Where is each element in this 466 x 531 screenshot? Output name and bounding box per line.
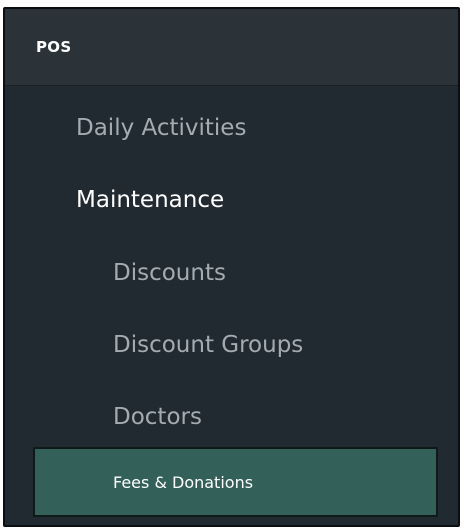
menu-item-maintenance[interactable]: Maintenance	[5, 170, 458, 230]
menu-item-label: Maintenance	[76, 187, 225, 213]
menu-item-label: Discount Groups	[113, 332, 304, 358]
menu-item-daily-activities[interactable]: Daily Activities	[5, 98, 458, 158]
submenu-item-fees-donations[interactable]: Fees & Donations	[33, 447, 438, 517]
section-header-title: POS	[36, 38, 72, 56]
section-header[interactable]: POS	[5, 9, 458, 86]
menu-item-label: Discounts	[113, 260, 226, 286]
menu-item-label: Fees & Donations	[113, 472, 254, 492]
submenu-item-doctors[interactable]: Doctors	[5, 387, 458, 447]
menu-item-label: Doctors	[113, 404, 202, 430]
pos-nav-panel: POS Daily Activities Maintenance Discoun…	[3, 7, 460, 527]
menu-item-label: Daily Activities	[76, 115, 247, 141]
submenu-item-discount-groups[interactable]: Discount Groups	[5, 315, 458, 375]
submenu-item-discounts[interactable]: Discounts	[5, 243, 458, 303]
